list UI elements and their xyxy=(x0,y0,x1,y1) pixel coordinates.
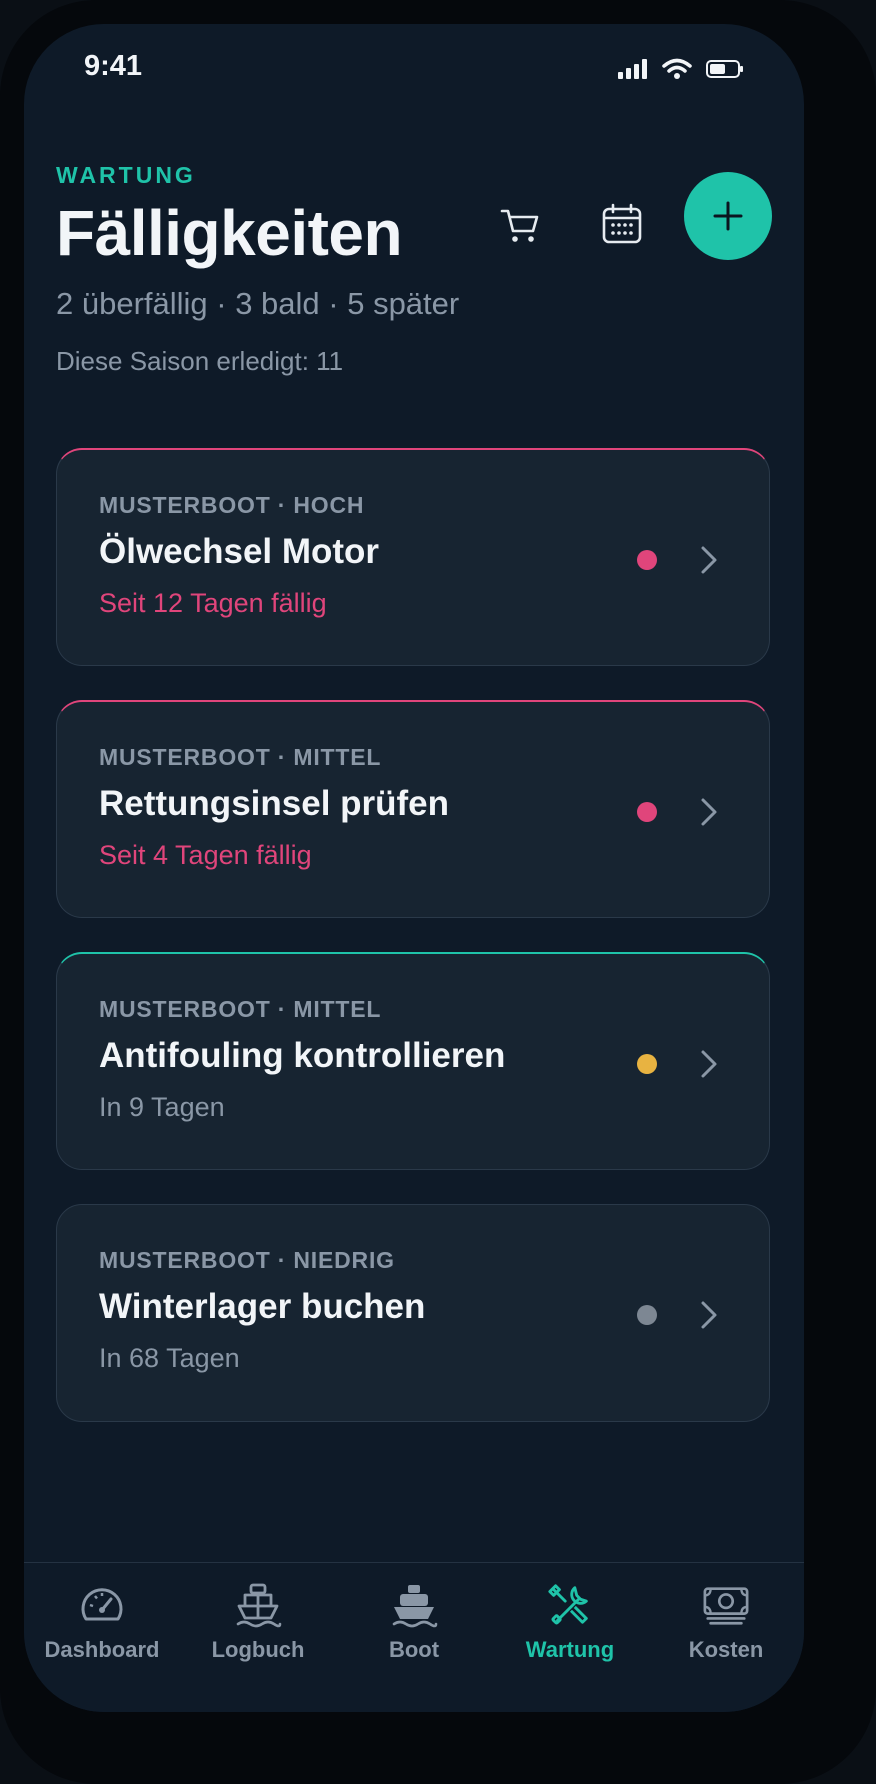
task-card[interactable]: MUSTERBOOT · NIEDRIG Winterlager buchen … xyxy=(56,1204,770,1422)
summary-text: 2 überfällig · 3 bald · 5 später xyxy=(56,286,460,321)
tab-wartung[interactable]: Wartung xyxy=(492,1581,648,1681)
tab-kosten[interactable]: Kosten xyxy=(648,1581,804,1681)
calendar-icon xyxy=(602,203,642,244)
page-title: Fälligkeiten xyxy=(56,197,403,269)
task-boat-priority: MUSTERBOOT · HOCH xyxy=(99,492,365,518)
cart-icon xyxy=(500,209,539,242)
tab-dashboard[interactable]: Dashboard xyxy=(24,1581,180,1681)
signal-icon xyxy=(618,59,647,79)
tab-label: Kosten xyxy=(688,1637,764,1662)
tab-boot[interactable]: Boot xyxy=(336,1581,492,1681)
gauge-icon xyxy=(81,1588,123,1621)
task-due: In 68 Tagen xyxy=(99,1343,240,1373)
chevron-right-icon xyxy=(701,546,717,574)
task-boat-priority: MUSTERBOOT · MITTEL xyxy=(99,996,382,1022)
wifi-icon xyxy=(662,58,692,79)
banknote-icon xyxy=(703,1587,749,1625)
tab-logbuch[interactable]: Logbuch xyxy=(180,1581,336,1681)
task-card[interactable]: MUSTERBOOT · HOCH Ölwechsel Motor Seit 1… xyxy=(56,448,770,666)
status-icons xyxy=(618,58,744,80)
task-boat-priority: MUSTERBOOT · NIEDRIG xyxy=(99,1247,395,1273)
calendar-button[interactable] xyxy=(592,194,652,254)
task-card[interactable]: MUSTERBOOT · MITTEL Antifouling kontroll… xyxy=(56,952,770,1170)
tab-label: Boot xyxy=(388,1637,440,1662)
task-due: Seit 4 Tagen fällig xyxy=(99,840,312,870)
ship-outline-icon xyxy=(236,1583,282,1628)
chevron-right-icon xyxy=(701,798,717,826)
device-frame: 9:41 WARTUNG Fälligkeiten 2 überfällig ·… xyxy=(0,0,876,1784)
task-name: Ölwechsel Motor xyxy=(99,532,380,571)
status-time: 9:41 xyxy=(84,50,143,82)
tab-label: Logbuch xyxy=(211,1637,305,1662)
screen: 9:41 WARTUNG Fälligkeiten 2 überfällig ·… xyxy=(24,24,804,1712)
season-done-text: Diese Saison erledigt: 11 xyxy=(56,346,344,376)
section-eyebrow: WARTUNG xyxy=(56,162,196,188)
battery-icon xyxy=(706,60,743,78)
task-name: Rettungsinsel prüfen xyxy=(99,784,450,823)
task-due: In 9 Tagen xyxy=(99,1092,225,1122)
cart-button[interactable] xyxy=(490,196,550,256)
chevron-right-icon xyxy=(701,1050,717,1078)
plus-icon xyxy=(713,201,743,231)
priority-dot xyxy=(637,1305,657,1325)
task-name: Winterlager buchen xyxy=(99,1287,426,1326)
add-task-button[interactable] xyxy=(684,172,772,260)
task-card[interactable]: MUSTERBOOT · MITTEL Rettungsinsel prüfen… xyxy=(56,700,770,918)
chevron-right-icon xyxy=(701,1301,717,1329)
tab-label: Wartung xyxy=(525,1637,615,1662)
task-due: Seit 12 Tagen fällig xyxy=(99,588,327,618)
task-boat-priority: MUSTERBOOT · MITTEL xyxy=(99,744,382,770)
priority-dot xyxy=(637,802,657,822)
bottom-tab-bar: Dashboard Logbuch Boot Wartung Kosten xyxy=(24,1562,804,1712)
tab-label: Dashboard xyxy=(44,1637,160,1662)
tools-icon xyxy=(548,1584,588,1625)
priority-dot xyxy=(637,1054,657,1074)
boat-icon xyxy=(392,1585,438,1628)
status-bar: 9:41 xyxy=(24,24,804,114)
task-name: Antifouling kontrollieren xyxy=(99,1036,506,1075)
priority-dot xyxy=(637,550,657,570)
